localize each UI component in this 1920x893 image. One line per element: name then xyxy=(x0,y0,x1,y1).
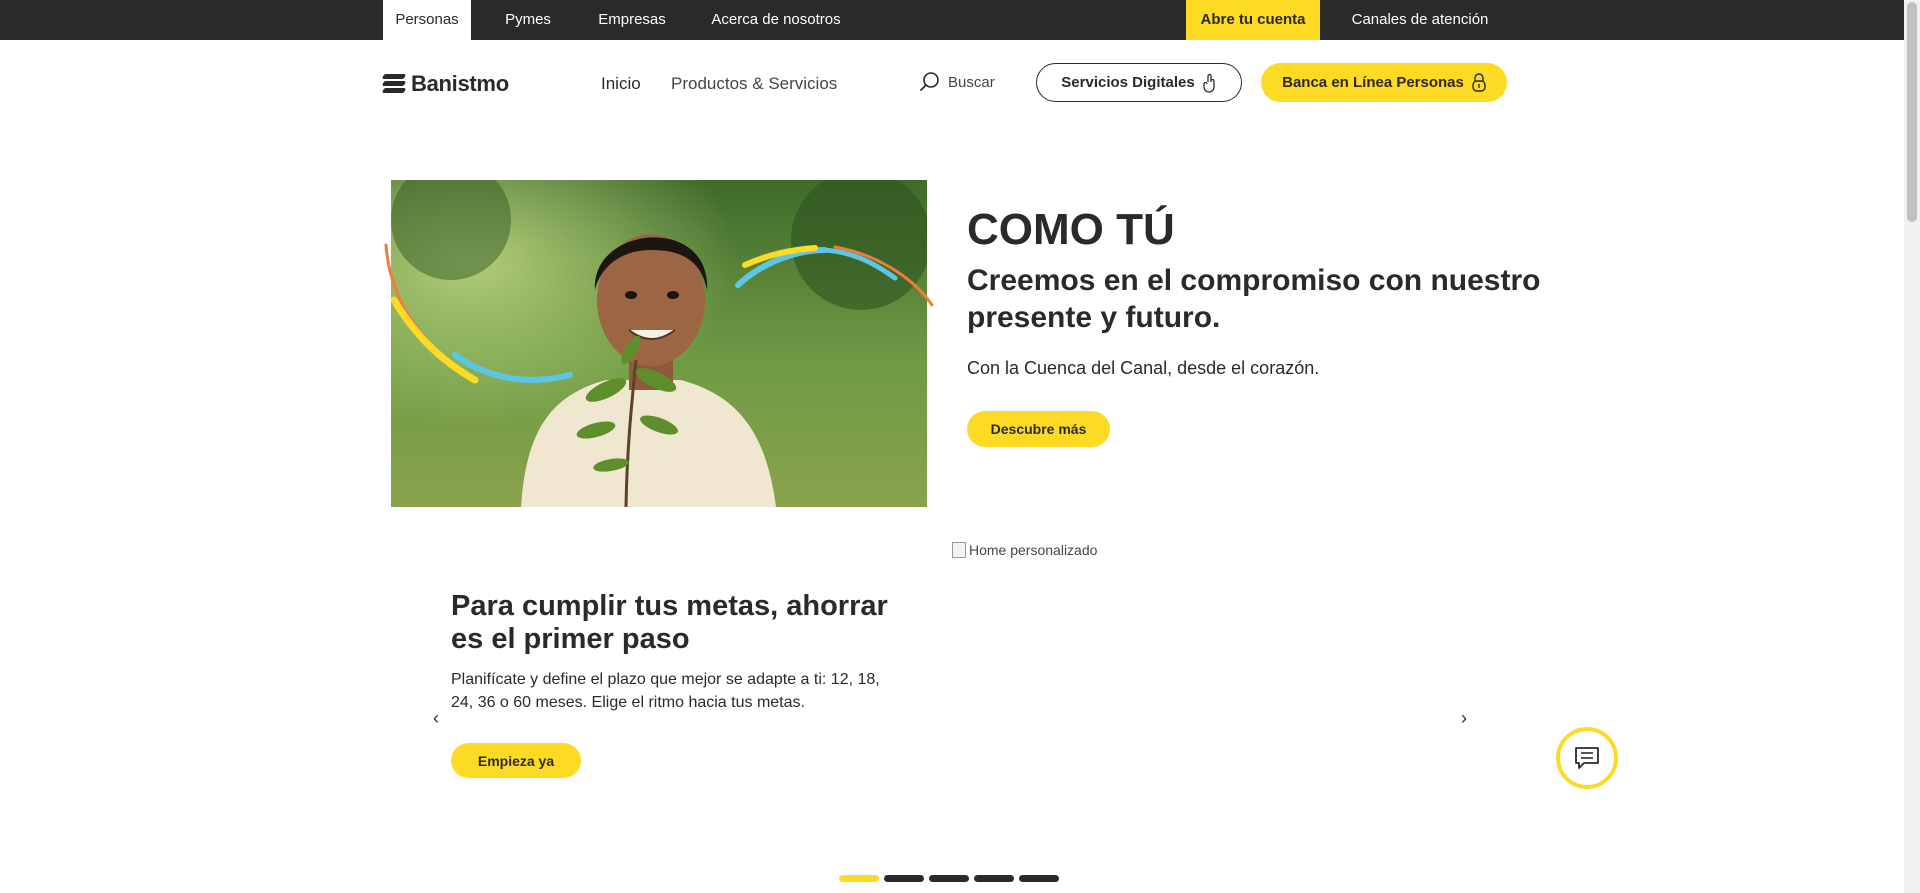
carousel-next-icon[interactable]: › xyxy=(1461,708,1467,729)
online-banking-label: Banca en Línea Personas xyxy=(1282,74,1464,91)
carousel-dot-5[interactable] xyxy=(1019,875,1059,882)
channels-link[interactable]: Canales de atención xyxy=(1340,0,1500,40)
nav-inicio[interactable]: Inicio xyxy=(601,74,641,94)
search-label: Buscar xyxy=(948,73,995,91)
top-bar: Personas Pymes Empresas Acerca de nosotr… xyxy=(0,0,1904,40)
scrollbar[interactable] xyxy=(1904,0,1920,893)
hero-text: Con la Cuenca del Canal, desde el corazó… xyxy=(967,358,1320,378)
broken-image-icon xyxy=(952,542,966,558)
page: Personas Pymes Empresas Acerca de nosotr… xyxy=(0,0,1920,893)
hand-pointer-icon xyxy=(1203,73,1215,93)
carousel-title: Para cumplir tus metas, ahorrar es el pr… xyxy=(451,590,888,655)
decorative-arcs xyxy=(384,243,934,384)
broken-image-alt: Home personalizado xyxy=(969,542,1098,558)
online-banking-button[interactable]: Banca en Línea Personas xyxy=(1261,63,1507,102)
search-icon xyxy=(920,72,939,91)
logo-mark-icon xyxy=(381,73,407,95)
start-now-button[interactable]: Empieza ya xyxy=(451,743,581,778)
tab-pymes[interactable]: Pymes xyxy=(488,0,568,40)
carousel-dot-1[interactable] xyxy=(839,875,879,882)
digital-services-label: Servicios Digitales xyxy=(1061,74,1195,91)
broken-image: Home personalizado xyxy=(952,542,1097,558)
discover-more-button[interactable]: Descubre más xyxy=(967,411,1110,447)
lock-icon xyxy=(1472,72,1486,92)
scrollbar-thumb[interactable] xyxy=(1907,2,1917,222)
chat-bubble-icon xyxy=(1575,747,1599,769)
search-button[interactable]: Buscar xyxy=(920,72,995,92)
carousel-text: Planifícate y define el plazo que mejor … xyxy=(451,671,880,711)
digital-services-button[interactable]: Servicios Digitales xyxy=(1036,63,1242,102)
open-account-button[interactable]: Abre tu cuenta xyxy=(1186,0,1320,40)
tab-empresas[interactable]: Empresas xyxy=(588,0,676,40)
carousel-dot-4[interactable] xyxy=(974,875,1014,882)
hero-title: COMO TÚ xyxy=(967,205,1175,254)
logo-text: Banistmo xyxy=(411,71,509,96)
carousel-prev-icon[interactable]: ‹ xyxy=(433,708,439,729)
tab-acerca[interactable]: Acerca de nosotros xyxy=(700,0,852,40)
tab-personas[interactable]: Personas xyxy=(383,0,471,40)
chat-button[interactable] xyxy=(1556,727,1618,789)
carousel-dots xyxy=(839,875,1059,882)
carousel-dot-3[interactable] xyxy=(929,875,969,882)
hero-subtitle: Creemos en el compromiso con nuestro pre… xyxy=(967,264,1541,334)
nav-productos[interactable]: Productos & Servicios xyxy=(671,74,837,94)
banistmo-logo[interactable]: Banistmo xyxy=(381,70,509,98)
carousel-dot-2[interactable] xyxy=(884,875,924,882)
